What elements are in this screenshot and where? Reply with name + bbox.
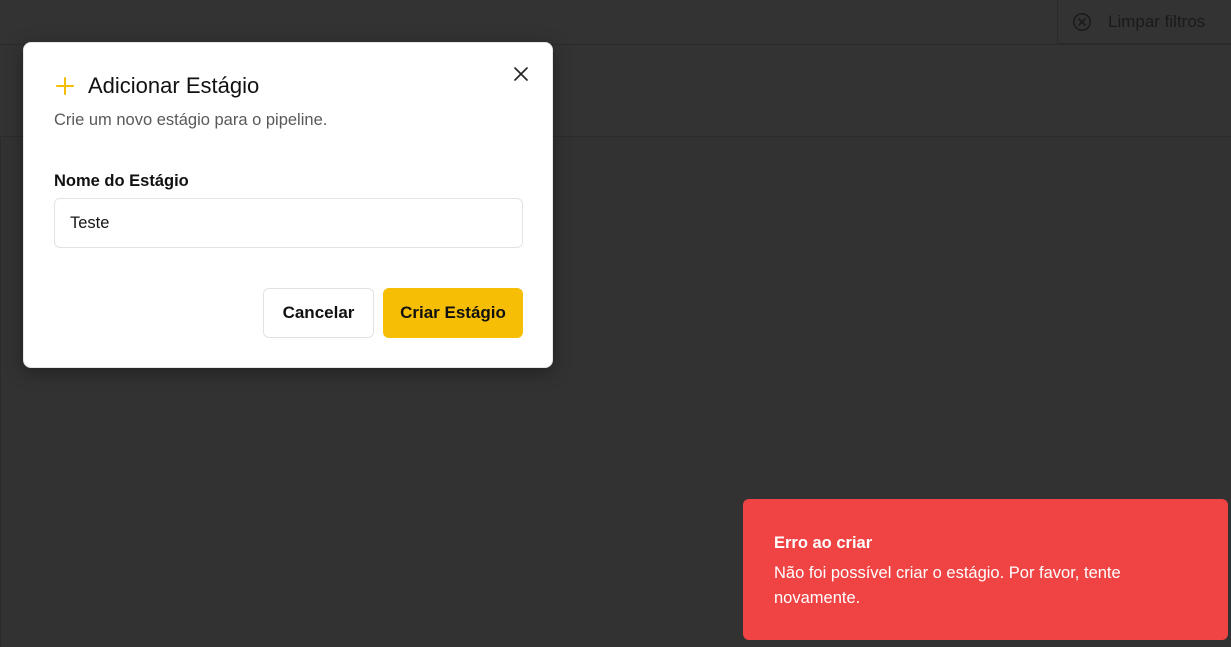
- top-bar: [0, 0, 1231, 45]
- toast-message: Não foi possível criar o estágio. Por fa…: [774, 564, 1121, 607]
- clear-filters-label: Limpar filtros: [1108, 11, 1206, 31]
- error-toast: Erro ao criar Não foi possível criar o e…: [743, 499, 1228, 640]
- toast-title: Erro ao criar: [774, 534, 873, 552]
- clear-filters-button[interactable]: Limpar filtros: [1057, 0, 1231, 44]
- close-icon: [514, 67, 528, 81]
- dialog-subtitle: Crie um novo estágio para o pipeline.: [54, 111, 328, 129]
- plus-icon: [56, 77, 74, 95]
- stage-name-label: Nome do Estágio: [54, 172, 189, 190]
- add-stage-dialog: Adicionar Estágio Crie um novo estágio p…: [23, 42, 553, 368]
- stage-name-input[interactable]: [54, 198, 523, 248]
- dialog-title: Adicionar Estágio: [88, 73, 260, 98]
- create-stage-button[interactable]: Criar Estágio: [383, 288, 523, 338]
- cancel-button[interactable]: Cancelar: [263, 288, 374, 338]
- x-circle-icon: [1073, 12, 1091, 31]
- dialog-header: Adicionar Estágio: [54, 73, 259, 99]
- close-button[interactable]: [512, 65, 530, 83]
